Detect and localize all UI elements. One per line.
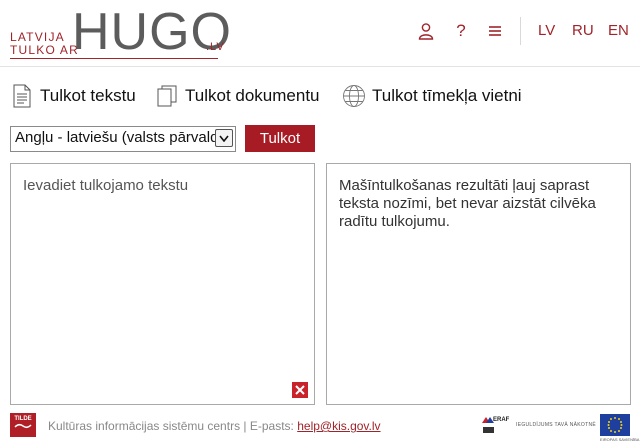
output-text: Mašīntulkošanas rezultāti ļauj saprast t… [339, 177, 596, 230]
eu-caption: EIROPAS SAVIENĪBA [600, 437, 640, 442]
user-icon[interactable] [416, 20, 436, 42]
lang-en[interactable]: EN [608, 22, 629, 39]
language-pair-value: Angļu - latviešu (valsts pārvalde) [15, 129, 232, 146]
lang-ru[interactable]: RU [572, 22, 594, 39]
documents-icon [155, 83, 179, 109]
header: LATVIJA TULKO AR HUGO .LV ? LV RU EN [0, 0, 640, 67]
help-icon[interactable]: ? [451, 20, 471, 42]
tab-translate-document[interactable]: Tulkot dokumentu [155, 82, 320, 110]
eu-slogan: IEGULDĪJUMS TAVĀ NĀKOTNĒ [516, 422, 596, 428]
footer-org: Kultūras informācijas sistēmu centrs | E… [48, 419, 294, 433]
output-text-area: Mašīntulkošanas rezultāti ļauj saprast t… [326, 163, 631, 405]
footer-text: Kultūras informācijas sistēmu centrs | E… [48, 419, 381, 433]
source-placeholder: Ievadiet tulkojamo tekstu [23, 177, 189, 194]
tab-label: Tulkot tekstu [40, 86, 136, 105]
hugo-logo[interactable]: LATVIJA TULKO AR HUGO .LV [10, 6, 231, 60]
globe-icon [342, 83, 366, 109]
language-pair-select[interactable]: Angļu - latviešu (valsts pārvalde) [10, 126, 236, 152]
eraf-logo: ERAF [480, 413, 510, 437]
clear-icon[interactable] [292, 382, 308, 398]
eraf-label: ERAF [493, 417, 510, 423]
source-text-area[interactable]: Ievadiet tulkojamo tekstu [10, 163, 315, 405]
footer: TILDE Kultūras informācijas sistēmu cent… [0, 410, 640, 444]
tilde-label: TILDE [14, 416, 32, 422]
tab-translate-website[interactable]: Tulkot tīmekļa vietni [342, 82, 522, 110]
logo-line2: TULKO AR [10, 43, 79, 57]
logo-underline [10, 58, 218, 59]
lang-lv[interactable]: LV [538, 22, 555, 39]
text-document-icon [10, 83, 34, 109]
tab-label: Tulkot tīmekļa vietni [372, 86, 522, 105]
tab-translate-text[interactable]: Tulkot tekstu [10, 82, 136, 110]
translate-button[interactable]: Tulkot [245, 125, 315, 152]
menu-icon[interactable] [485, 20, 505, 42]
tilde-logo[interactable]: TILDE [10, 413, 36, 437]
chevron-down-icon[interactable] [215, 129, 233, 147]
header-separator [520, 17, 521, 45]
eu-flag-icon [600, 414, 630, 436]
logo-tld: .LV [206, 41, 225, 53]
tab-label: Tulkot dokumentu [185, 86, 320, 105]
footer-email-link[interactable]: help@kis.gov.lv [297, 419, 380, 433]
